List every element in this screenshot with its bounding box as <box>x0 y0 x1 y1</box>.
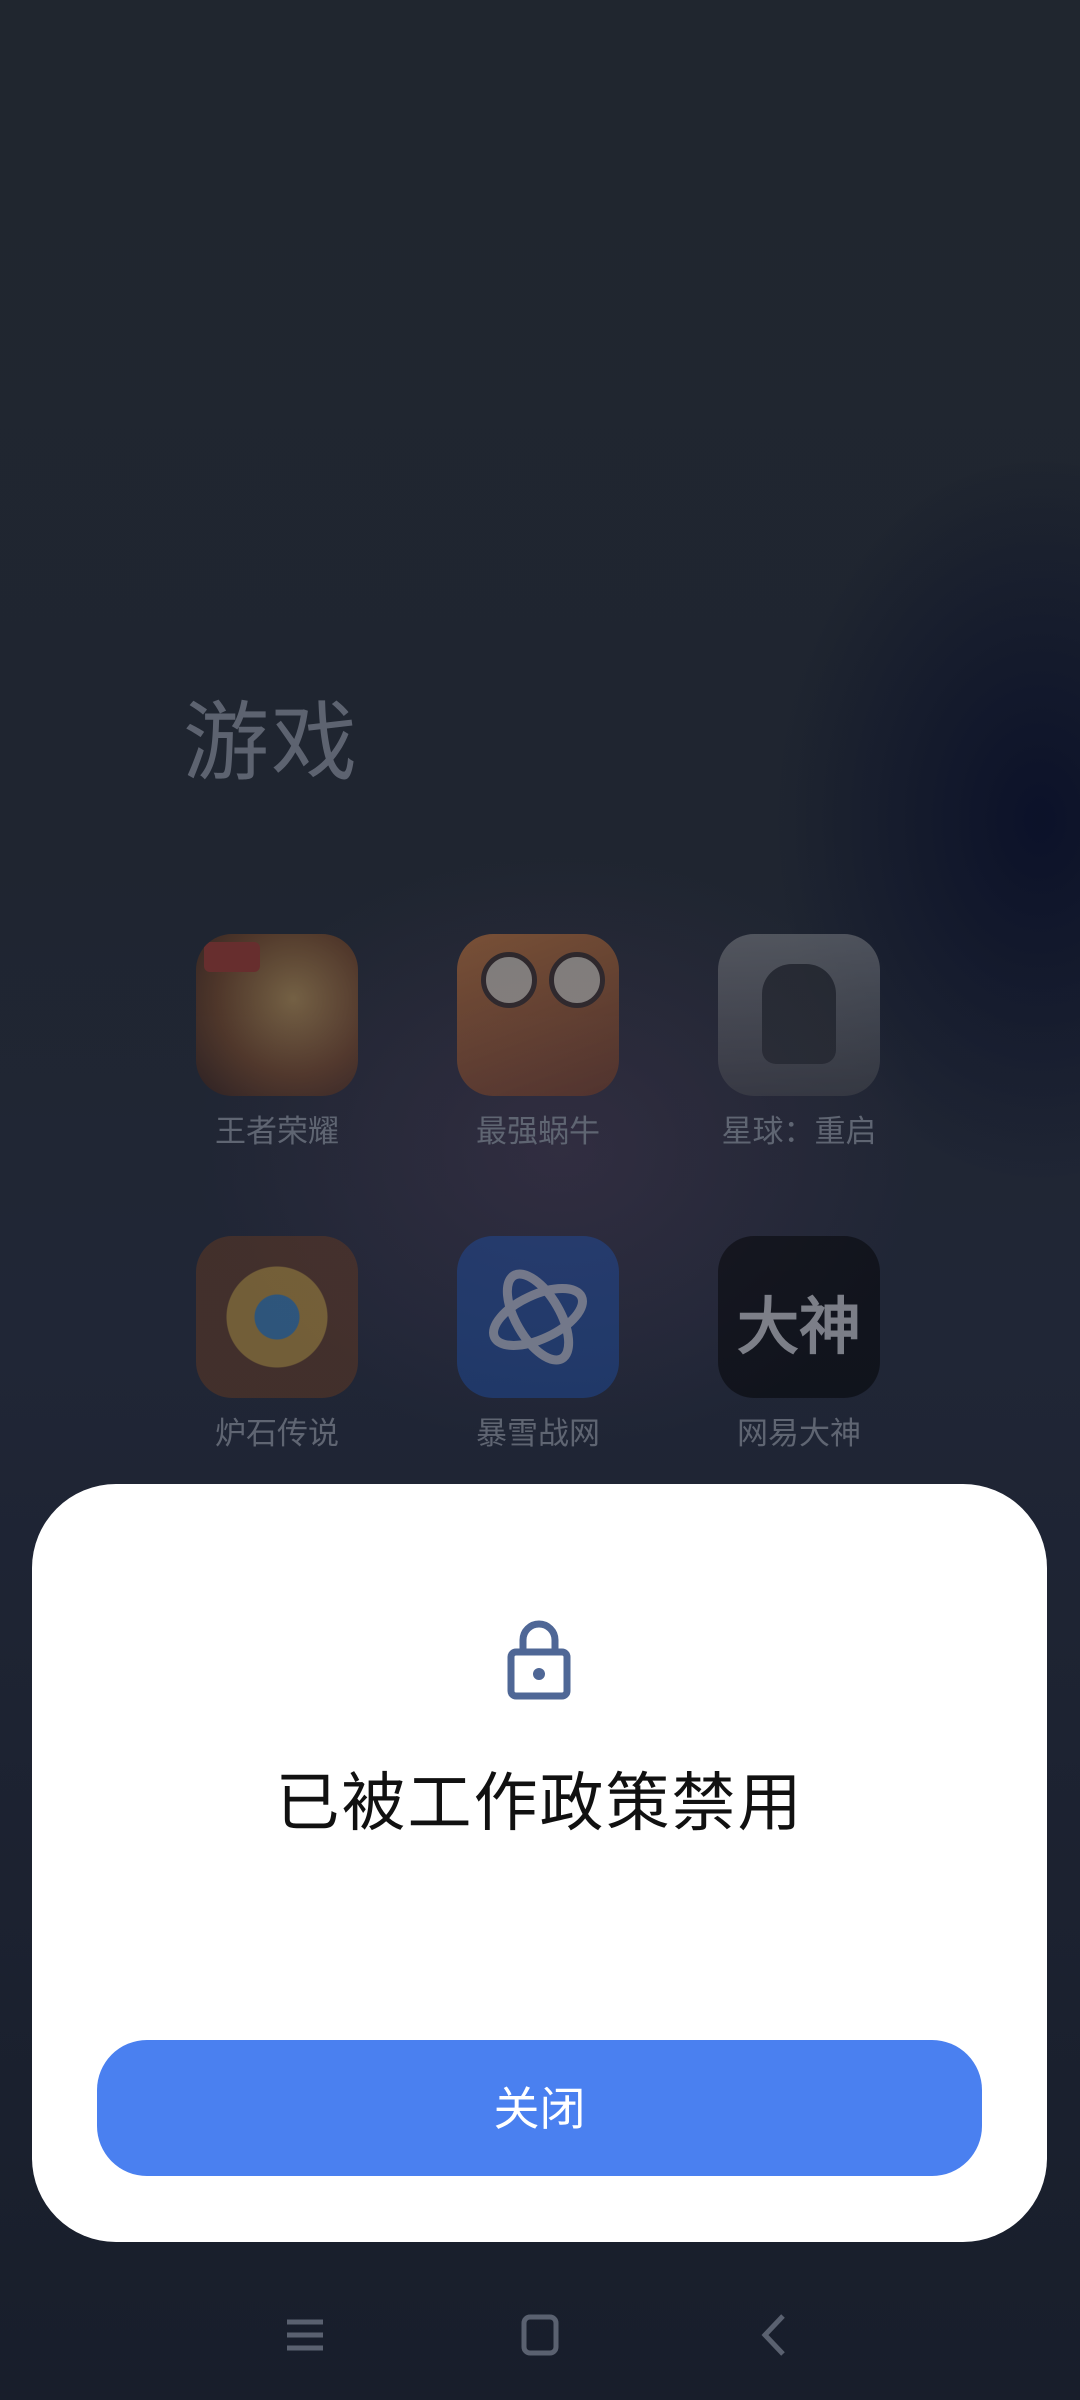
app-label: 星球：重启 <box>721 1114 877 1150</box>
honor-of-kings-icon <box>196 934 358 1096</box>
app-label: 最强蜗牛 <box>476 1114 600 1150</box>
policy-dialog: 已被工作政策禁用 关闭 <box>32 1484 1047 2242</box>
app-battlenet[interactable]: 暴雪战网 <box>448 1236 628 1453</box>
snail-game-icon <box>457 934 619 1096</box>
dialog-message: 已被工作政策禁用 <box>275 1767 804 1841</box>
app-hearthstone[interactable]: 炉石传说 <box>187 1236 367 1453</box>
app-label: 暴雪战网 <box>476 1416 600 1452</box>
hearthstone-icon <box>196 1236 358 1398</box>
app-planet-restart[interactable]: 星球：重启 <box>709 934 889 1151</box>
folder-title: 游戏 <box>183 693 359 793</box>
app-honor-of-kings[interactable]: 王者荣耀 <box>187 934 367 1151</box>
battlenet-icon <box>457 1236 619 1398</box>
close-button[interactable]: 关闭 <box>97 2040 982 2176</box>
app-label: 网易大神 <box>737 1416 861 1452</box>
planet-restart-icon <box>718 934 880 1096</box>
lock-icon <box>507 1620 571 1700</box>
back-icon[interactable] <box>745 2310 805 2360</box>
navigation-bar <box>0 2290 1080 2380</box>
menu-icon[interactable] <box>275 2310 335 2360</box>
app-netease-dashen[interactable]: 大神 网易大神 <box>709 1236 889 1453</box>
home-icon[interactable] <box>510 2310 570 2360</box>
app-snail[interactable]: 最强蜗牛 <box>448 934 628 1151</box>
app-label: 王者荣耀 <box>215 1114 339 1150</box>
app-label: 炉石传说 <box>215 1416 339 1452</box>
netease-dashen-icon: 大神 <box>718 1236 880 1398</box>
